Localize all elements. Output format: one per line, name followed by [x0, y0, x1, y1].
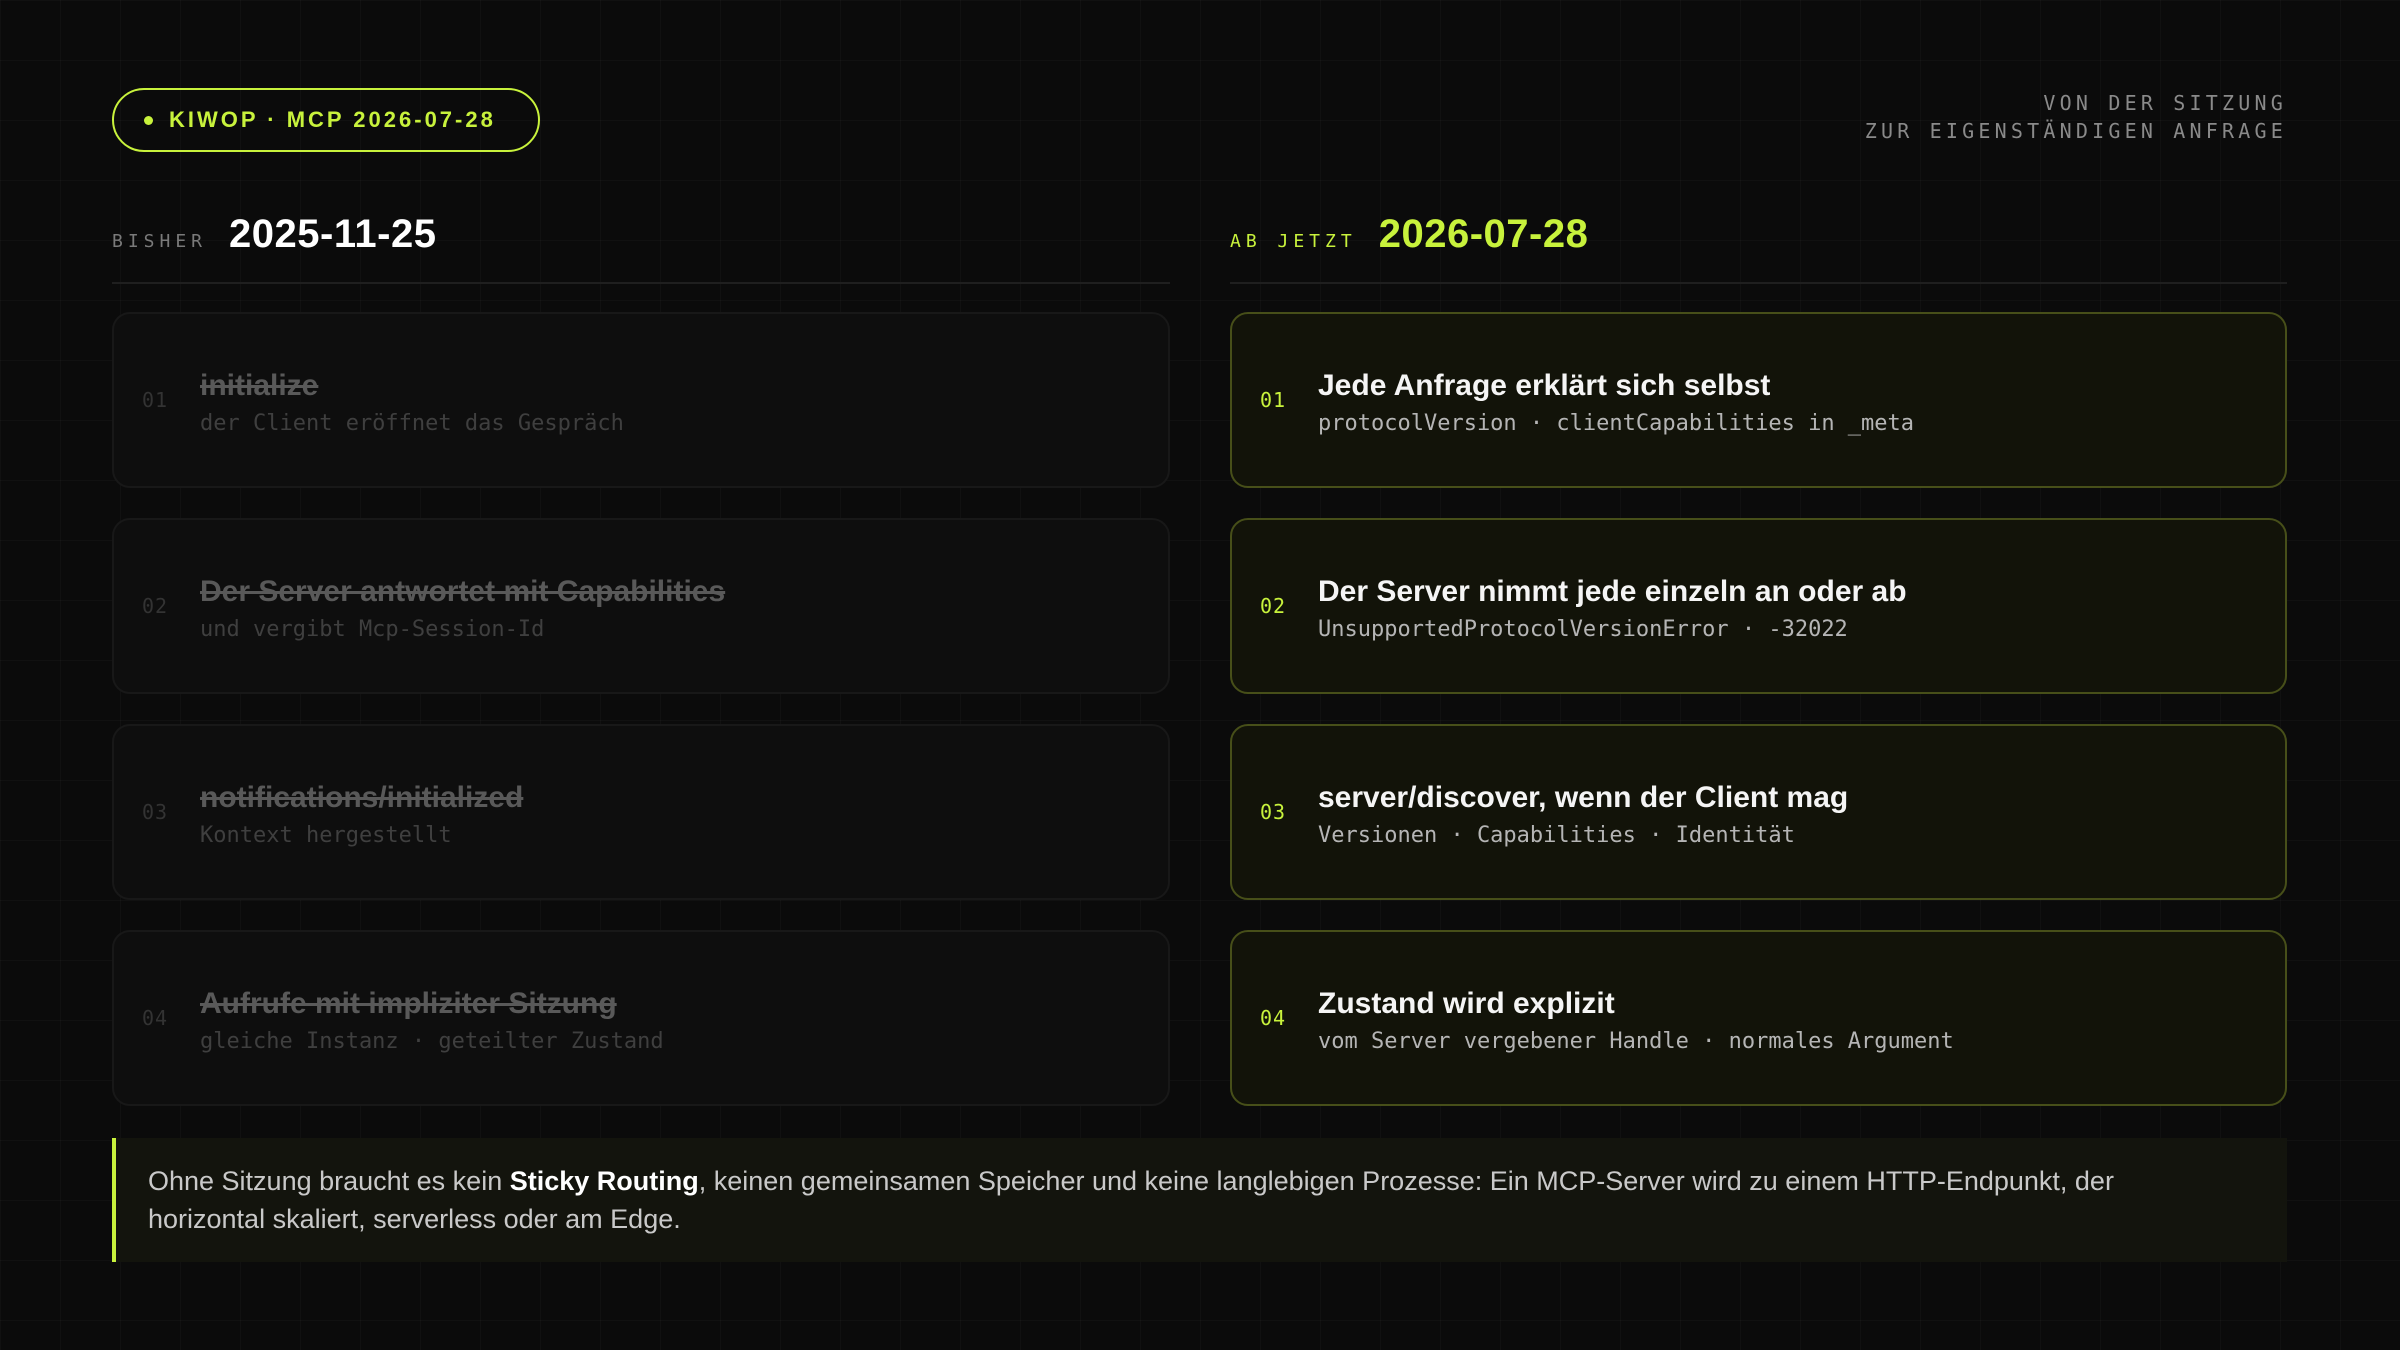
step-subtitle: der Client eröffnet das Gespräch: [200, 410, 624, 436]
step-card: 04 Zustand wird explizit vom Server verg…: [1230, 930, 2287, 1106]
step-text: Zustand wird explizit vom Server vergebe…: [1318, 983, 1954, 1054]
step-text: initialize der Client eröffnet das Gespr…: [200, 365, 624, 436]
step-card: 01 initialize der Client eröffnet das Ge…: [112, 312, 1170, 488]
step-subtitle: und vergibt Mcp-Session-Id: [200, 616, 545, 642]
note-text-before: Ohne Sitzung braucht es kein: [148, 1166, 510, 1196]
column-version: 2025-11-25: [229, 212, 437, 256]
column-version: 2026-07-28: [1378, 212, 1589, 256]
bullet-dot-icon: [144, 115, 153, 125]
step-card: 01 Jede Anfrage erklärt sich selbst prot…: [1230, 312, 2287, 488]
step-number: 01: [142, 388, 169, 412]
step-text: notifications/initialized Kontext herges…: [200, 777, 523, 848]
step-subtitle: UnsupportedProtocolVersionError · -32022: [1318, 616, 1848, 642]
step-list: 01 initialize der Client eröffnet das Ge…: [112, 284, 1170, 1106]
step-title: Aufrufe mit impliziter Sitzung: [200, 986, 617, 1020]
tagline-line-2: ZUR EIGENSTÄNDIGEN ANFRAGE: [1864, 119, 2287, 143]
step-title: Der Server nimmt jede einzeln an oder ab: [1318, 574, 1907, 608]
step-subtitle: protocolVersion · clientCapabilities in …: [1318, 410, 1915, 436]
step-title: Jede Anfrage erklärt sich selbst: [1318, 368, 1771, 402]
step-subtitle: Versionen · Capabilities · Identität: [1318, 822, 1795, 848]
tagline-line-1: VON DER SITZUNG: [2043, 91, 2287, 115]
column-header: AB JETZT 2026-07-28: [1230, 200, 2287, 284]
step-card: 03 notifications/initialized Kontext her…: [112, 724, 1170, 900]
step-number: 01: [1260, 388, 1287, 412]
step-text: Der Server nimmt jede einzeln an oder ab…: [1318, 571, 1907, 642]
step-card: 04 Aufrufe mit impliziter Sitzung gleich…: [112, 930, 1170, 1106]
previous-version-column: BISHER 2025-11-25 01 initialize der Clie…: [112, 200, 1170, 1136]
step-title: notifications/initialized: [200, 780, 524, 814]
step-subtitle: Kontext hergestellt: [200, 822, 452, 848]
step-text: server/discover, wenn der Client mag Ver…: [1318, 777, 1848, 848]
step-title: Zustand wird explizit: [1318, 986, 1615, 1020]
step-number: 04: [142, 1006, 169, 1030]
step-card: 03 server/discover, wenn der Client mag …: [1230, 724, 2287, 900]
step-number: 04: [1260, 1006, 1287, 1030]
new-version-column: AB JETZT 2026-07-28 01 Jede Anfrage erkl…: [1230, 200, 2287, 1136]
step-text: Jede Anfrage erklärt sich selbst protoco…: [1318, 365, 1914, 436]
step-title: Der Server antwortet mit Capabilities: [200, 574, 726, 608]
step-number: 02: [1260, 594, 1287, 618]
step-text: Aufrufe mit impliziter Sitzung gleiche I…: [200, 983, 664, 1054]
column-label: BISHER: [112, 231, 208, 252]
step-card: 02 Der Server antwortet mit Capabilities…: [112, 518, 1170, 694]
badge-label: KIWOP · MCP 2026-07-28: [169, 107, 496, 132]
version-badge: KIWOP · MCP 2026-07-28: [112, 88, 540, 152]
step-title: initialize: [200, 368, 319, 402]
column-label: AB JETZT: [1230, 231, 1357, 252]
step-list: 01 Jede Anfrage erklärt sich selbst prot…: [1230, 284, 2287, 1106]
step-number: 03: [1260, 800, 1287, 824]
step-title: server/discover, wenn der Client mag: [1318, 780, 1849, 814]
step-text: Der Server antwortet mit Capabilities un…: [200, 571, 725, 642]
summary-note: Ohne Sitzung braucht es kein Sticky Rout…: [112, 1138, 2287, 1262]
step-subtitle: gleiche Instanz · geteilter Zustand: [200, 1028, 664, 1054]
tagline: VON DER SITZUNG ZUR EIGENSTÄNDIGEN ANFRA…: [1865, 89, 2287, 145]
note-emphasis: Sticky Routing: [509, 1166, 699, 1196]
column-header: BISHER 2025-11-25: [112, 200, 1170, 284]
step-card: 02 Der Server nimmt jede einzeln an oder…: [1230, 518, 2287, 694]
step-subtitle: vom Server vergebener Handle · normales …: [1318, 1028, 1954, 1054]
step-number: 03: [142, 800, 169, 824]
step-number: 02: [142, 594, 169, 618]
